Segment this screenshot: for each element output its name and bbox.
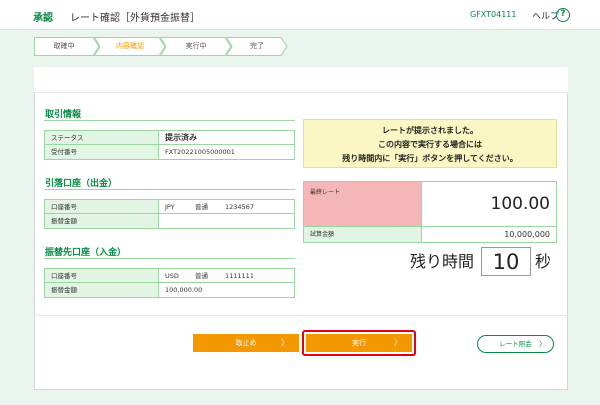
debit-currency: JPY bbox=[165, 203, 175, 211]
debit-account-number: 1234567 bbox=[225, 203, 254, 211]
rate-inquiry-button[interactable]: レート照会 〉 bbox=[477, 335, 554, 353]
notice-line-3: 残り時間内に「実行」ボタンを押してください。 bbox=[342, 154, 518, 163]
execute-button-label: 実行 bbox=[352, 339, 366, 347]
remaining-time-label: 残り時間 bbox=[410, 252, 475, 271]
notice-line-1: レートが提示されました。 bbox=[382, 126, 478, 135]
debit-title: 引落口座（出金） bbox=[45, 179, 118, 189]
cancel-button[interactable]: 取止め 〉 bbox=[193, 334, 299, 352]
step-2: 内容確認 bbox=[94, 37, 166, 56]
credit-account-type: 普通 bbox=[195, 272, 208, 280]
remaining-seconds: 10 bbox=[481, 247, 531, 276]
help-link[interactable]: ヘルプ bbox=[532, 9, 559, 22]
step-1: 取確中 bbox=[34, 37, 100, 56]
receipt-number-value: FXT20221005000001 bbox=[165, 148, 235, 156]
transaction-table: ステータス 提示済み 受付番号 FXT20221005000001 bbox=[44, 130, 295, 160]
transaction-title: 取引情報 bbox=[45, 110, 82, 120]
credit-title: 振替先口座（入金） bbox=[45, 248, 127, 258]
approve-label: 承認 bbox=[33, 13, 53, 24]
table-row: ステータス 提示済み bbox=[45, 131, 294, 145]
credit-divider bbox=[44, 258, 295, 259]
step-2-label: 内容確認 bbox=[116, 42, 144, 50]
debit-divider bbox=[44, 189, 295, 190]
seconds-unit: 秒 bbox=[535, 252, 552, 271]
step-4: 完了 bbox=[226, 37, 288, 56]
table-row: 振替金額 bbox=[45, 214, 294, 228]
table-row: 振替金額 100,000.00 bbox=[45, 283, 294, 297]
status-label: ステータス bbox=[45, 131, 159, 144]
help-icon[interactable]: ? bbox=[556, 8, 570, 22]
step-3-label: 実行中 bbox=[185, 42, 207, 50]
credit-currency: USD bbox=[165, 272, 179, 280]
step-3: 実行中 bbox=[160, 37, 232, 56]
credit-amount-value: 100,000.00 bbox=[165, 286, 203, 294]
receipt-number-label: 受付番号 bbox=[45, 145, 159, 159]
transaction-divider bbox=[44, 120, 295, 121]
table-row: 口座番号 JPY 普通 1234567 bbox=[45, 200, 294, 214]
rate-inquiry-label: レート照会 bbox=[499, 340, 532, 348]
rate-box: 最終レート 100.00 試算金額 10,000,000 bbox=[303, 181, 557, 243]
chevron-right-icon: 〉 bbox=[281, 338, 289, 347]
status-value: 提示済み bbox=[165, 133, 197, 142]
card-topbar bbox=[34, 67, 568, 93]
execute-button[interactable]: 実行 〉 bbox=[306, 334, 412, 352]
step-1-label: 取確中 bbox=[53, 42, 75, 50]
cancel-button-label: 取止め bbox=[235, 339, 257, 347]
screen-code: GFXT04111 bbox=[470, 10, 517, 19]
final-rate-label: 最終レート bbox=[304, 182, 422, 227]
trial-amount-value: 10,000,000 bbox=[504, 230, 550, 239]
button-divider bbox=[34, 315, 568, 316]
page-title: レート確認［外貨預金振替］ bbox=[70, 13, 200, 24]
table-row: 受付番号 FXT20221005000001 bbox=[45, 145, 294, 159]
credit-account-number: 1111111 bbox=[225, 272, 254, 280]
final-rate-value: 100.00 bbox=[422, 182, 556, 227]
credit-amount-label: 振替金額 bbox=[45, 283, 159, 297]
table-row: 口座番号 USD 普通 1111111 bbox=[45, 269, 294, 283]
chevron-right-icon: 〉 bbox=[394, 338, 402, 347]
debit-table: 口座番号 JPY 普通 1234567 振替金額 bbox=[44, 199, 295, 229]
debit-account-type: 普通 bbox=[195, 203, 208, 211]
notice-line-2: この内容で実行する場合には bbox=[378, 140, 482, 149]
trial-amount-label: 試算金額 bbox=[304, 227, 422, 242]
debit-amount-label: 振替金額 bbox=[45, 214, 159, 228]
app-header: 承認 レート確認［外貨預金振替］ GFXT04111 ヘルプ ? bbox=[0, 0, 600, 30]
credit-account-label: 口座番号 bbox=[45, 269, 159, 282]
rate-notice: レートが提示されました。 この内容で実行する場合には 残り時間内に「実行」ボタン… bbox=[303, 119, 557, 168]
debit-account-label: 口座番号 bbox=[45, 200, 159, 213]
chevron-right-icon: 〉 bbox=[539, 340, 546, 348]
step-4-label: 完了 bbox=[250, 42, 264, 50]
credit-table: 口座番号 USD 普通 1111111 振替金額 100,000.00 bbox=[44, 268, 295, 298]
